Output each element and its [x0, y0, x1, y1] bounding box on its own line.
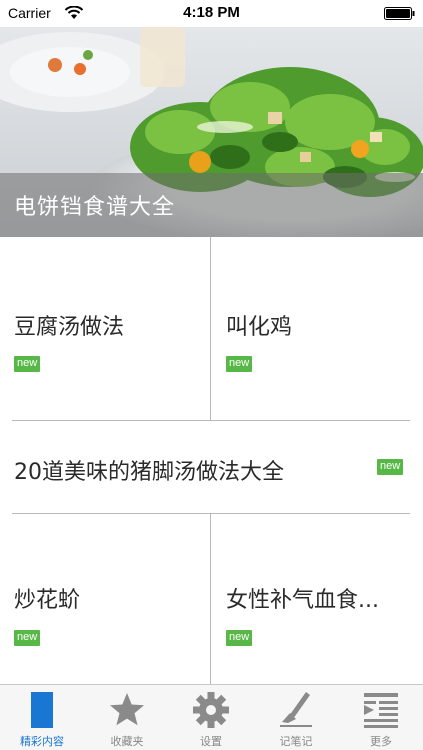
divider	[12, 420, 410, 421]
battery-icon	[384, 7, 415, 20]
recipe-title: 炒花蚧	[14, 588, 81, 613]
recipe-card[interactable]: 20道美味的猪脚汤做法大全 new	[0, 421, 423, 513]
tab-label: 精彩内容	[20, 735, 64, 748]
recipe-title: 20道美味的猪脚汤做法大全	[14, 460, 284, 485]
recipe-title: 豆腐汤做法	[14, 315, 125, 340]
gear-icon	[193, 692, 229, 728]
star-icon	[110, 693, 144, 726]
hero-banner[interactable]: 电饼铛食谱大全	[0, 27, 423, 237]
pen-icon	[280, 692, 312, 727]
recipe-title: 叫化鸡	[226, 315, 293, 340]
tab-featured[interactable]: 精彩内容	[0, 685, 84, 750]
tab-favorites[interactable]: 收藏夹	[85, 685, 169, 750]
tab-settings[interactable]: 设置	[169, 685, 253, 750]
new-badge: new	[14, 630, 41, 646]
hero-title: 电饼铛食谱大全	[14, 195, 176, 220]
recipe-card[interactable]: 炒花蚧 new	[0, 514, 211, 684]
new-badge: new	[14, 356, 41, 372]
tab-label: 设置	[200, 735, 222, 748]
new-badge: new	[377, 459, 404, 475]
tab-label: 更多	[370, 735, 392, 748]
new-badge: new	[226, 356, 253, 372]
menu-icon	[364, 693, 398, 728]
clock: 4:18 PM	[183, 4, 240, 21]
status-bar: Carrier 4:18 PM	[0, 0, 423, 27]
recipe-grid: 豆腐汤做法 new 叫化鸡 new 20道美味的猪脚汤做法大全 new 炒花蚧 …	[0, 237, 423, 684]
tab-label: 记笔记	[279, 735, 313, 748]
tab-label: 收藏夹	[110, 735, 144, 748]
divider	[210, 237, 211, 420]
new-badge: new	[226, 630, 253, 646]
recipe-title: 女性补气血食...	[226, 588, 379, 613]
recipe-card[interactable]: 叫化鸡 new	[212, 237, 423, 420]
divider	[12, 513, 410, 514]
tab-bar: 精彩内容 收藏夹 设置 记笔记 更多	[0, 684, 423, 750]
recipe-card[interactable]: 豆腐汤做法 new	[0, 237, 211, 420]
tab-more[interactable]: 更多	[339, 685, 423, 750]
recipe-card[interactable]: 女性补气血食... new	[212, 514, 423, 684]
divider	[210, 514, 211, 684]
bookmark-icon	[31, 692, 53, 728]
tab-notes[interactable]: 记笔记	[254, 685, 338, 750]
